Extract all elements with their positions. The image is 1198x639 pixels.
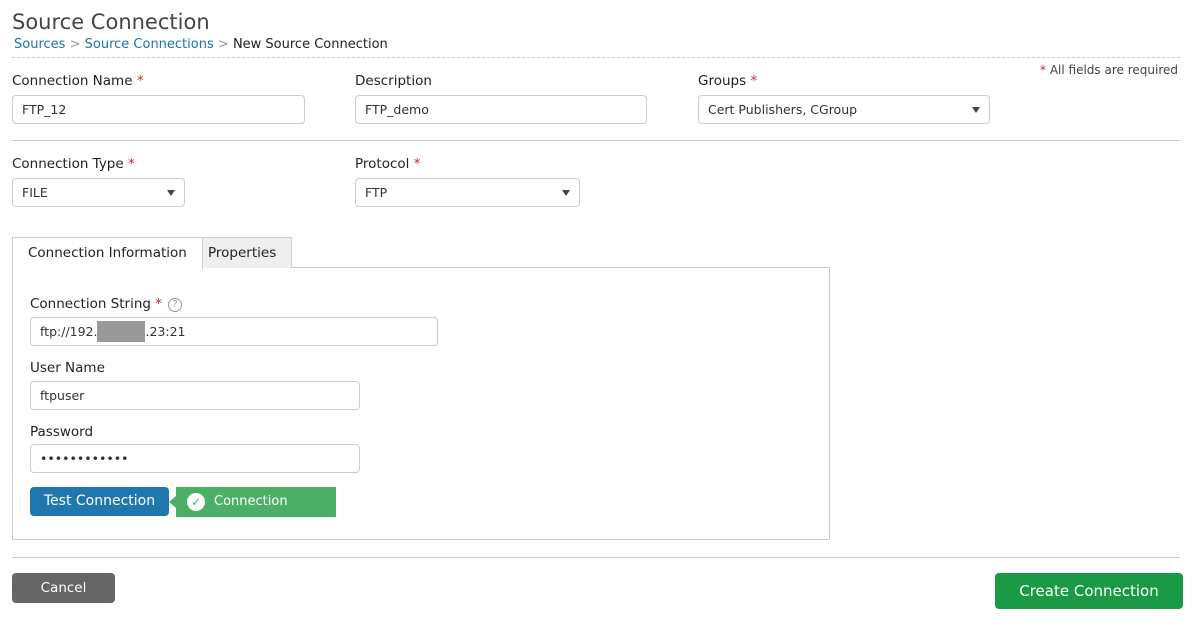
- protocol-select[interactable]: FTP: [355, 178, 580, 207]
- breadcrumb-current: New Source Connection: [232, 37, 388, 52]
- divider: [12, 140, 1180, 141]
- create-connection-button[interactable]: Create Connection: [995, 573, 1183, 609]
- groups-label: Groups *: [698, 73, 758, 89]
- groups-select[interactable]: Cert Publishers, CGroup: [698, 95, 990, 124]
- divider: [12, 57, 1180, 58]
- connection-name-label: Connection Name *: [12, 73, 144, 89]
- tab-connection-information[interactable]: Connection Information: [12, 237, 203, 269]
- chevron-down-icon: [972, 107, 980, 113]
- chevron-down-icon: [562, 190, 570, 196]
- connection-type-select[interactable]: FILE: [12, 178, 185, 207]
- check-circle-icon: ✓: [187, 493, 205, 511]
- cancel-button[interactable]: Cancel: [12, 573, 115, 603]
- user-name-input[interactable]: ftpuser: [30, 381, 360, 410]
- help-icon[interactable]: ?: [168, 298, 183, 312]
- tab-properties[interactable]: Properties: [192, 237, 293, 268]
- user-name-label: User Name: [30, 360, 105, 376]
- password-label: Password: [30, 424, 94, 440]
- password-input[interactable]: ••••••••••••: [30, 444, 360, 473]
- connection-string-input[interactable]: ftp://192. .23:21: [30, 317, 438, 346]
- breadcrumb-separator: >: [217, 37, 229, 52]
- breadcrumb-sources[interactable]: Sources: [14, 37, 65, 52]
- connection-name-input[interactable]: FTP_12: [12, 95, 305, 124]
- description-label: Description: [355, 73, 432, 89]
- breadcrumb-separator: >: [69, 37, 81, 52]
- chevron-down-icon: [167, 190, 175, 196]
- page-title: Source Connection: [12, 10, 210, 34]
- description-input[interactable]: FTP_demo: [355, 95, 647, 124]
- protocol-label: Protocol *: [355, 156, 421, 172]
- breadcrumb-source-connections[interactable]: Source Connections: [85, 37, 214, 52]
- divider: [12, 557, 1180, 558]
- status-badge: ✓ Connection verified: [169, 487, 336, 539]
- required-note: * All fields are required: [1040, 63, 1178, 77]
- redacted-block: [97, 320, 146, 342]
- connection-string-label: Connection String *?: [30, 296, 183, 312]
- breadcrumb: Sources > Source Connections > New Sourc…: [14, 37, 388, 52]
- test-connection-button[interactable]: Test Connection: [30, 487, 169, 516]
- connection-type-label: Connection Type *: [12, 156, 135, 172]
